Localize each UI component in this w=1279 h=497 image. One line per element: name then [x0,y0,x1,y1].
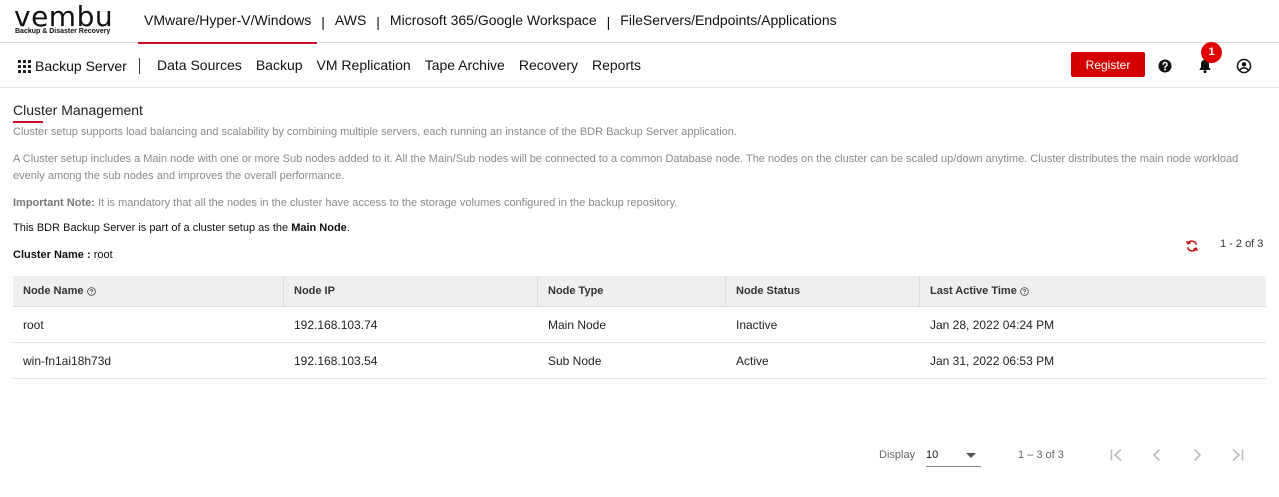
cell-node-type: Main Node [548,318,607,332]
column-header-node-type[interactable]: Node Type [538,276,726,306]
notification-count-badge: 1 [1201,42,1222,63]
nav-item-data-sources[interactable]: Data Sources [150,57,249,73]
product-tab-vmware[interactable]: VMware/Hyper-V/Windows [138,0,318,44]
record-count: 1 - 2 of 3 [1220,238,1264,250]
cell-node-name: win-fn1ai18h73d [23,354,112,368]
product-tab-m365[interactable]: Microsoft 365/Google Workspace [384,0,603,43]
vembu-logo[interactable]: vembu Backup & Disaster Recovery [14,3,124,39]
cluster-name: Cluster Name : root [13,249,113,261]
pagination-range: 1 – 3 of 3 [1018,449,1064,461]
cluster-name-label: Cluster Name : [13,249,94,261]
refresh-icon[interactable] [1185,239,1199,253]
cell-node-status: Inactive [736,318,778,332]
header-label: Node Status [736,284,801,297]
nav-item-vm-replication[interactable]: VM Replication [310,57,418,73]
column-header-node-ip[interactable]: Node IP [284,276,538,306]
register-button[interactable]: Register [1071,52,1145,77]
cell-last-active-time: Jan 31, 2022 06:53 PM [930,354,1055,368]
first-page-icon[interactable] [1108,446,1126,464]
product-tabs: VMware/Hyper-V/Windows | AWS | Microsoft… [138,0,843,44]
page-size-value: 10 [926,449,939,461]
header-label: Node Name [23,284,84,297]
membership-role: Main Node [291,222,347,234]
note-label: Important Note: [13,197,95,209]
note-text: It is mandatory that all the nodes in th… [94,197,678,209]
table-row[interactable]: win-fn1ai18h73d 192.168.103.54 Sub Node … [13,343,1266,379]
cell-node-ip: 192.168.103.74 [294,318,378,332]
logo-wordmark: vembu [14,0,114,33]
cluster-details: A Cluster setup includes a Main node wit… [13,153,1239,182]
cluster-membership-text: This BDR Backup Server is part of a clus… [13,222,350,234]
help-icon[interactable] [1157,58,1173,74]
header-label: Node IP [294,284,335,297]
nav-item-recovery[interactable]: Recovery [512,57,585,73]
product-tab-fileservers[interactable]: FileServers/Endpoints/Applications [614,0,842,43]
help-circle-icon[interactable] [86,286,96,296]
cell-node-name: root [23,318,44,332]
nav-item-reports[interactable]: Reports [585,57,648,73]
cluster-name-value: root [93,249,113,261]
tab-separator: | [376,13,380,30]
help-circle-icon[interactable] [1020,286,1029,296]
pagination-bar: Display 10 1 – 3 of 3 [0,440,1279,470]
table-header: Node Name Node IP Node Type Node Status … [13,276,1266,307]
header-label: Node Type [548,284,604,297]
last-page-icon[interactable] [1228,446,1246,464]
user-account-icon[interactable] [1236,58,1252,74]
page-title: Cluster Management [13,102,143,118]
app-switcher[interactable]: Backup Server [18,58,127,74]
chevron-down-icon [966,453,976,458]
nav-item-tape-archive[interactable]: Tape Archive [418,57,512,73]
title-underline [13,121,43,123]
cluster-description: Cluster setup supports load balancing an… [13,126,737,138]
nav-divider [139,58,140,74]
cell-node-ip: 192.168.103.54 [294,354,378,368]
table-row[interactable]: root 192.168.103.74 Main Node Inactive J… [13,307,1266,343]
cell-node-status: Active [736,354,769,368]
previous-page-icon[interactable] [1148,446,1166,464]
app-grid-icon [18,59,31,73]
column-header-last-active-time[interactable]: Last Active Time [920,276,1266,306]
important-note: Important Note: It is mandatory that all… [13,195,1266,212]
page-size-select[interactable]: 10 [926,445,981,467]
column-header-node-status[interactable]: Node Status [726,276,920,306]
nav-menu: Data Sources Backup VM Replication Tape … [150,57,648,73]
header-label: Last Active Time [930,284,1017,297]
cluster-nodes-table: Node Name Node IP Node Type Node Status … [13,276,1266,379]
membership-suffix: . [346,222,350,234]
main-navbar: Backup Server Data Sources Backup VM Rep… [0,42,1279,88]
tab-separator: | [321,13,325,30]
cell-node-type: Sub Node [548,354,602,368]
product-tab-aws[interactable]: AWS [329,0,372,43]
logo-tagline: Backup & Disaster Recovery [15,28,111,35]
next-page-icon[interactable] [1188,446,1206,464]
tab-separator: | [606,13,611,30]
nav-item-backup[interactable]: Backup [249,57,310,73]
cell-last-active-time: Jan 28, 2022 04:24 PM [930,318,1055,332]
display-label: Display [879,449,916,461]
product-bar: vembu Backup & Disaster Recovery VMware/… [0,0,1279,44]
membership-prefix: This BDR Backup Server is part of a clus… [13,222,292,234]
column-header-node-name[interactable]: Node Name [13,276,284,306]
app-switcher-label: Backup Server [35,58,127,74]
